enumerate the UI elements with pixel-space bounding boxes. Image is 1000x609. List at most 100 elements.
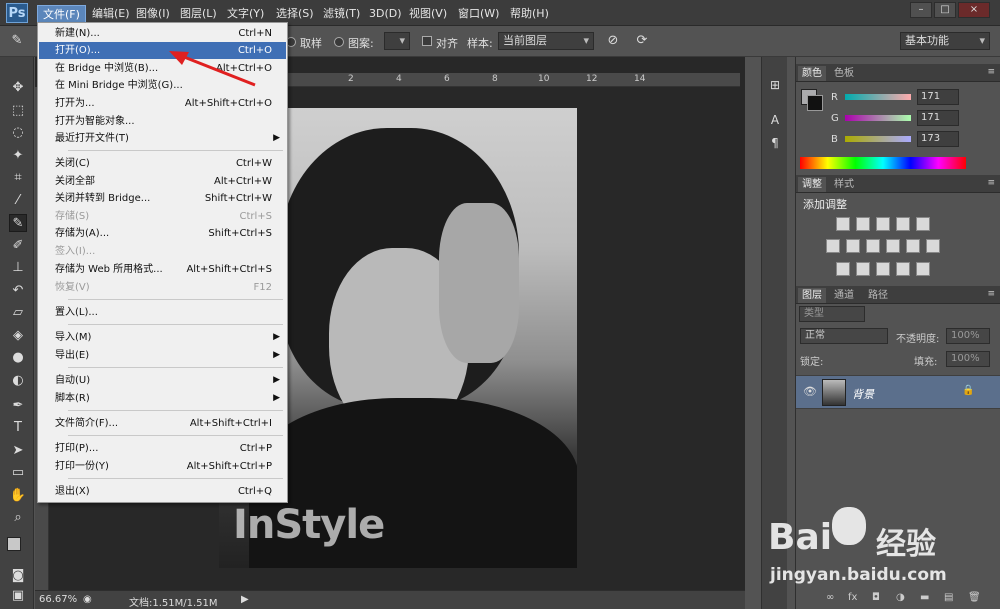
quick-mask-icon[interactable]: ◙ [9,567,27,585]
menu-3d[interactable]: 3D(D) [364,5,407,23]
menu-automate[interactable]: 自动(U) ▶ [39,372,286,389]
menu-new[interactable]: 新建(N)... Ctrl+N [39,25,286,42]
panel-menu-icon[interactable]: ≡ [987,178,995,188]
menu-exit[interactable]: 退出(X) Ctrl+Q [39,483,286,500]
sample-select[interactable]: 当前图层 [498,32,594,50]
menu-place[interactable]: 置入(L)... [39,304,286,321]
menu-window[interactable]: 窗口(W) [453,5,504,23]
r-value[interactable]: 171 [917,89,959,105]
delete-layer-icon[interactable]: 🗑 [968,592,981,604]
selective-color-icon[interactable] [916,262,930,276]
shape-tool-icon[interactable]: ▭ [9,464,27,482]
magic-wand-icon[interactable]: ✦ [9,147,27,165]
menu-revert[interactable]: 恢复(V) F12 [39,279,286,296]
menu-type[interactable]: 文字(Y) [222,5,269,23]
b-value[interactable]: 173 [917,131,959,147]
g-value[interactable]: 171 [917,110,959,126]
panel-menu-icon[interactable]: ≡ [987,67,995,77]
zoom-level[interactable]: 66.67% [39,594,77,605]
menu-print[interactable]: 打印(P)... Ctrl+P [39,440,286,457]
opacity-field[interactable]: 100% [946,328,990,344]
screen-mode-icon[interactable]: ▣ [9,587,27,605]
tab-adjustments[interactable]: 调整 [798,177,826,192]
tab-channels[interactable]: 通道 [830,288,858,303]
crop-tool-icon[interactable]: ⌗ [9,169,27,187]
posterize-icon[interactable] [856,262,870,276]
brush-preset-icon[interactable]: ✎ [8,32,26,50]
fill-field[interactable]: 100% [946,351,990,367]
minimize-button[interactable]: – [910,2,932,18]
share-icon[interactable]: ◉ [83,594,92,605]
tab-layers[interactable]: 图层 [798,288,826,303]
vibrance-adjust-icon[interactable] [916,217,930,231]
menu-image[interactable]: 图像(I) [131,5,175,23]
layer-row-background[interactable]: 👁 背景 🔒 [796,375,1000,409]
paragraph-panel-icon[interactable]: ¶ [767,135,783,151]
menu-check-in[interactable]: 签入(I)... [39,243,286,260]
menu-filter[interactable]: 滤镜(T) [318,5,365,23]
visibility-eye-icon[interactable]: 👁 [803,385,817,398]
tab-swatches[interactable]: 色板 [830,66,858,81]
menu-export[interactable]: 导出(E) ▶ [39,347,286,364]
channel-mixer-icon[interactable] [906,239,920,253]
menu-close[interactable]: 关闭(C) Ctrl+W [39,155,286,172]
menu-select[interactable]: 选择(S) [271,5,319,23]
menu-file-info[interactable]: 文件简介(F)... Alt+Shift+Ctrl+I [39,415,286,432]
menu-file[interactable]: 文件(F) [37,5,86,23]
workspace-select[interactable]: 基本功能 [900,32,990,50]
character-panel-icon[interactable]: A [767,112,783,128]
eyedropper-tool-icon[interactable]: ⁄ [9,192,27,210]
menu-open-smart-object[interactable]: 打开为智能对象... [39,113,286,130]
history-panel-icon[interactable]: ⊞ [767,77,783,93]
black-white-icon[interactable] [866,239,880,253]
levels-adjust-icon[interactable] [856,217,870,231]
menu-recent-files[interactable]: 最近打开文件(T) ▶ [39,130,286,147]
hue-adjust-icon[interactable] [826,239,840,253]
menu-save-for-web[interactable]: 存储为 Web 所用格式... Alt+Shift+Ctrl+S [39,261,286,278]
hand-tool-icon[interactable]: ✋ [9,487,27,505]
blur-tool-icon[interactable]: ● [9,349,27,367]
g-slider[interactable] [845,115,911,121]
close-button[interactable]: × [958,2,990,18]
menu-save-as[interactable]: 存储为(A)... Shift+Ctrl+S [39,225,286,242]
menu-edit[interactable]: 编辑(E) [87,5,135,23]
color-lookup-icon[interactable] [926,239,940,253]
menu-help[interactable]: 帮助(H) [505,5,554,23]
move-tool-icon[interactable]: ✥ [9,79,27,97]
blend-mode-select[interactable]: 正常 [800,328,888,344]
brightness-adjust-icon[interactable] [836,217,850,231]
curves-adjust-icon[interactable] [876,217,890,231]
zoom-tool-icon[interactable]: ⌕ [9,509,27,527]
gradient-map-icon[interactable] [896,262,910,276]
foreground-color-swatch[interactable] [7,537,21,551]
b-slider[interactable] [845,136,911,142]
lasso-tool-icon[interactable]: ◌ [9,124,27,142]
color-bg-swatch[interactable] [807,95,823,111]
tab-paths[interactable]: 路径 [864,288,892,303]
clone-stamp-icon[interactable]: ⊥ [9,259,27,277]
marquee-tool-icon[interactable]: ⬚ [9,102,27,120]
pen-tool-icon[interactable]: ✒ [9,397,27,415]
menu-scripts[interactable]: 脚本(R) ▶ [39,390,286,407]
threshold-icon[interactable] [876,262,890,276]
menu-close-all[interactable]: 关闭全部 Alt+Ctrl+W [39,173,286,190]
type-tool-icon[interactable]: T [9,419,27,437]
color-balance-icon[interactable] [846,239,860,253]
menu-save[interactable]: 存储(S) Ctrl+S [39,208,286,225]
menu-view[interactable]: 视图(V) [404,5,452,23]
panel-menu-icon[interactable]: ≡ [987,289,995,299]
invert-icon[interactable] [836,262,850,276]
brush-tool-icon[interactable]: ✐ [9,237,27,255]
photo-filter-icon[interactable] [886,239,900,253]
clone-source-icon[interactable]: ⟳ [633,32,651,50]
path-select-icon[interactable]: ➤ [9,442,27,460]
r-slider[interactable] [845,94,911,100]
menu-layer[interactable]: 图层(L) [175,5,222,23]
tab-styles[interactable]: 样式 [830,177,858,192]
tab-color[interactable]: 颜色 [798,66,826,81]
exposure-adjust-icon[interactable] [896,217,910,231]
menu-close-go-bridge[interactable]: 关闭并转到 Bridge... Shift+Ctrl+W [39,190,286,207]
maximize-button[interactable]: □ [934,2,956,18]
history-brush-icon[interactable]: ↶ [9,282,27,300]
ignore-adjustment-icon[interactable]: ⊘ [604,32,622,50]
